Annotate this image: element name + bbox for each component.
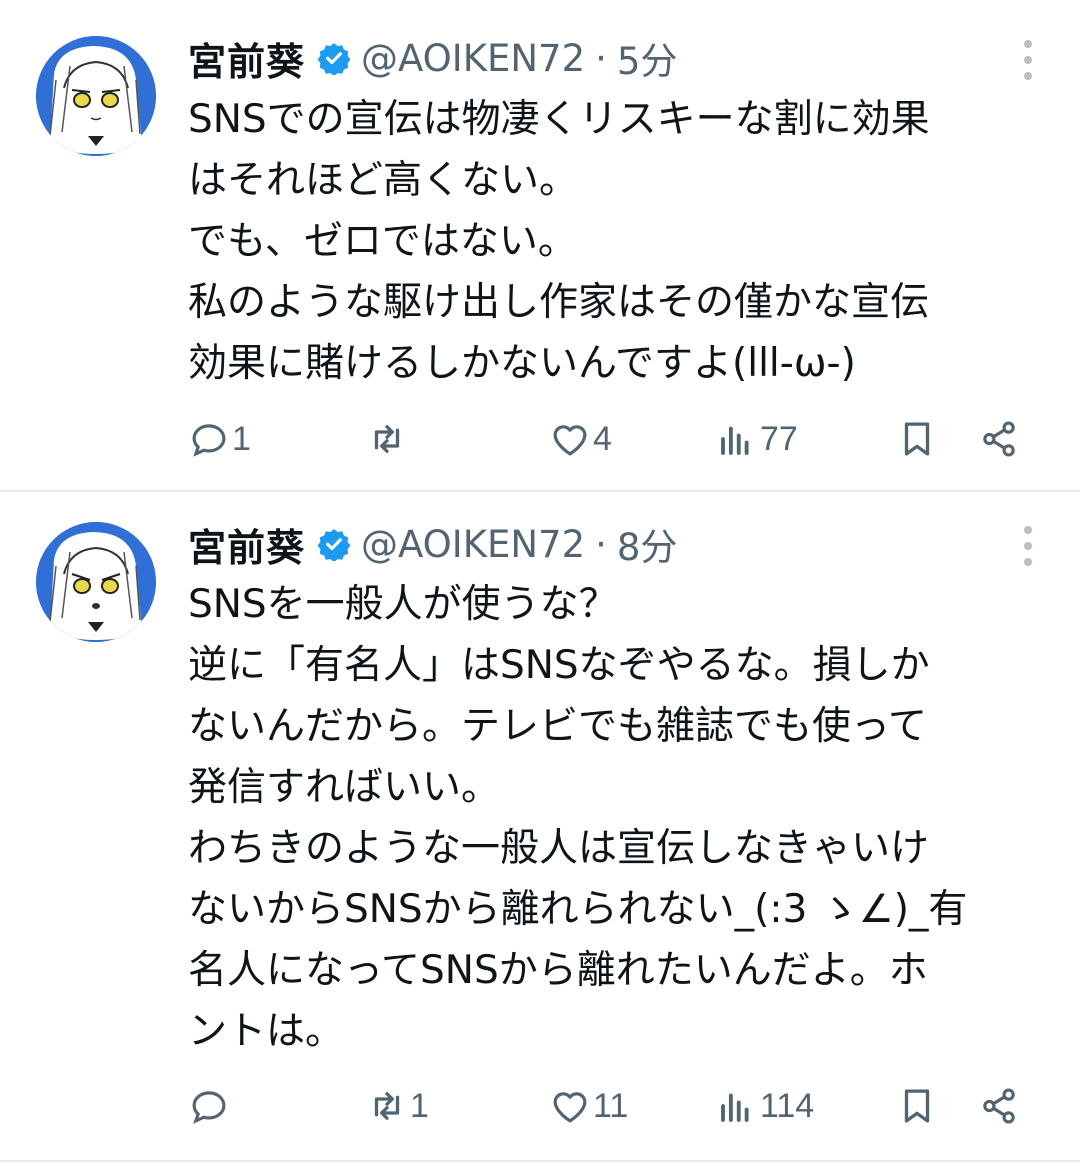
separator-dot: · [595, 522, 607, 566]
views-icon [721, 426, 749, 455]
reply-count: 1 [232, 419, 251, 458]
tweet-text-line: でも、ゼロではない。 [188, 219, 577, 264]
like-button[interactable]: 4 [549, 414, 612, 464]
timestamp[interactable]: 5分 [617, 31, 678, 85]
like-button[interactable]: 11 [549, 1081, 628, 1131]
share-icon [983, 1088, 1015, 1124]
action-bar: 1 4 77 [0, 414, 1080, 464]
share-button[interactable] [978, 414, 1020, 464]
separator-dot: · [595, 36, 607, 80]
retweet-button[interactable]: 1 [366, 1081, 429, 1131]
timestamp[interactable]: 8分 [617, 517, 678, 571]
tweet-text-line: わちきのような一般人は宣伝しなきゃいけ [188, 826, 930, 871]
like-icon [553, 425, 587, 456]
avatar[interactable] [36, 36, 156, 156]
view-count: 77 [760, 419, 798, 458]
bookmark-icon [904, 422, 930, 456]
verified-badge-icon [317, 529, 351, 561]
action-bar: 1 11 114 [0, 1081, 1080, 1131]
views-button[interactable]: 114 [716, 1081, 814, 1131]
like-count: 11 [593, 1086, 629, 1125]
reply-icon [192, 1091, 226, 1124]
tweet-text-line: ないんだから。テレビでも雑誌でも使って [188, 704, 928, 749]
user-handle[interactable]: @AOIKEN72 [361, 523, 585, 566]
tweet-divider [0, 1160, 1080, 1162]
tweet-text-line: はそれほど高くない。 [188, 158, 579, 203]
reply-button[interactable]: 1 [188, 414, 251, 464]
share-button[interactable] [978, 1081, 1020, 1131]
tweet-text-line: ントは。 [188, 1009, 345, 1054]
like-count: 4 [593, 419, 612, 458]
more-options-icon[interactable] [1020, 40, 1036, 80]
tweet-2[interactable]: 宮前葵 @AOIKEN72 · 8分 SNSを一般人が使うな？ 逆に「有名人」は… [0, 492, 1080, 1162]
avatar-illustration [36, 36, 156, 156]
tweet-header: 宮前葵 @AOIKEN72 · 8分 [188, 517, 678, 572]
tweet-text-line: ないからSNSから離れられない_(:3 ゝ∠)_有 [188, 887, 968, 932]
more-options-icon[interactable] [1020, 526, 1036, 566]
view-count: 114 [760, 1086, 815, 1125]
views-button[interactable]: 77 [716, 414, 798, 464]
tweet-text: SNSでの宣伝は物凄くリスキーな割に効果 はそれほど高くない。 でも、ゼロではな… [188, 89, 1048, 394]
tweet-text: SNSを一般人が使うな？ 逆に「有名人」はSNSなぞやるな。損しか ないんだから… [188, 574, 1048, 1062]
bookmark-button[interactable] [896, 414, 938, 464]
share-icon [983, 421, 1015, 457]
tweet-text-line: 逆に「有名人」はSNSなぞやるな。損しか [188, 643, 930, 688]
bookmark-button[interactable] [896, 1081, 938, 1131]
tweet-1[interactable]: 宮前葵 @AOIKEN72 · 5分 SNSでの宣伝は物凄くリスキーな割に効果 … [0, 0, 1080, 490]
tweet-header: 宮前葵 @AOIKEN72 · 5分 [188, 31, 678, 86]
reply-icon [192, 424, 226, 457]
user-handle[interactable]: @AOIKEN72 [361, 37, 585, 80]
retweet-count: 1 [410, 1086, 429, 1125]
avatar[interactable] [36, 522, 156, 642]
reply-button[interactable] [188, 1081, 232, 1131]
views-icon [721, 1093, 749, 1122]
tweet-text-line: SNSでの宣伝は物凄くリスキーな割に効果 [188, 97, 930, 142]
like-icon [553, 1092, 587, 1123]
bookmark-icon [904, 1089, 930, 1123]
retweet-icon [374, 1092, 400, 1120]
tweet-text-line: 名人になってSNSから離れたいんだよ。ホ [188, 948, 928, 993]
tweet-text-line: SNSを一般人が使うな？ [188, 582, 618, 627]
tweet-text-line: 効果に賭けるしかないんですよ(lll-ω-) [188, 341, 856, 386]
avatar-illustration [36, 522, 156, 642]
retweet-icon [374, 425, 400, 453]
verified-badge-icon [317, 43, 351, 75]
retweet-button[interactable] [366, 414, 410, 464]
tweet-text-line: 発信すればいい。 [188, 765, 501, 810]
display-name[interactable]: 宮前葵 [188, 31, 305, 86]
display-name[interactable]: 宮前葵 [188, 517, 305, 572]
tweet-text-line: 私のような駆け出し作家はその僅かな宣伝 [188, 280, 930, 325]
